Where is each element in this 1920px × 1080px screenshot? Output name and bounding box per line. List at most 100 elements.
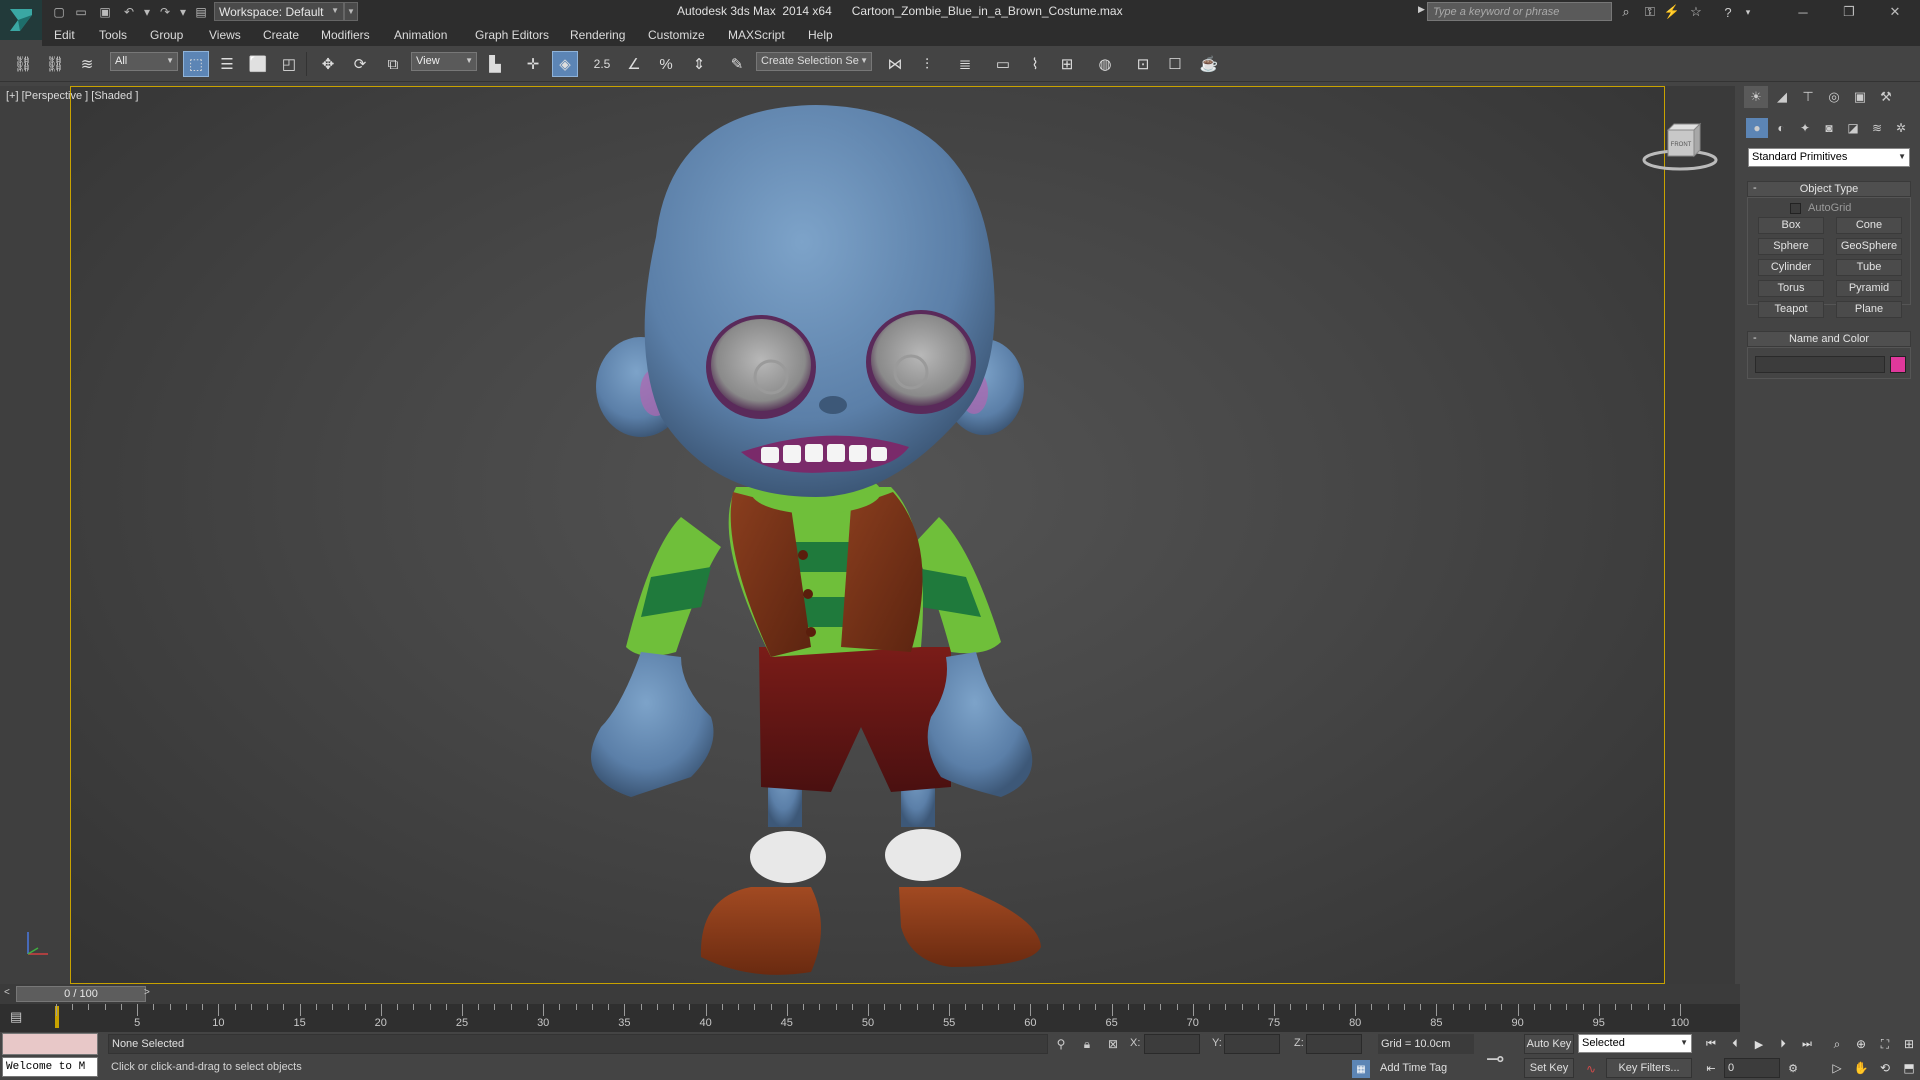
zoom-extents-icon[interactable]: ⛶ — [1874, 1034, 1896, 1054]
mini-curve-editor-icon[interactable]: ▤ — [10, 1009, 32, 1027]
schematic-view-icon[interactable]: ⊞ — [1054, 51, 1080, 77]
tube-button[interactable]: Tube — [1836, 259, 1902, 276]
viewport-label[interactable]: [+] [Perspective ] [Shaded ] — [6, 90, 138, 102]
application-menu-button[interactable] — [0, 0, 42, 40]
set-key-curve-icon[interactable]: ∿ — [1582, 1060, 1600, 1078]
pivot-center-icon[interactable]: ▙ — [482, 51, 508, 77]
default-in-out-tangent-key-icon[interactable]: ⊸ — [1486, 1046, 1504, 1072]
bind-to-space-warp-icon[interactable]: ≋ — [74, 51, 100, 77]
next-frame-icon[interactable]: ⏵ — [1772, 1034, 1794, 1054]
y-coordinate-input[interactable] — [1224, 1034, 1280, 1054]
menu-customize[interactable]: Customize — [648, 28, 705, 42]
material-editor-icon[interactable]: ◍ — [1092, 51, 1118, 77]
add-time-tag-icon[interactable]: ▦ — [1352, 1060, 1370, 1078]
select-and-move-icon[interactable]: ✥ — [315, 51, 341, 77]
shapes-icon[interactable]: ◐ — [1770, 118, 1792, 138]
menu-edit[interactable]: Edit — [54, 28, 75, 42]
select-and-rotate-icon[interactable]: ⟳ — [347, 51, 373, 77]
track-ruler[interactable]: 5 10 15 20 25 30 35 40 45 50 55 60 65 70 75 80 85 90 95 100 — [56, 1004, 1689, 1032]
perspective-viewport[interactable] — [70, 86, 1665, 984]
x-coordinate-input[interactable] — [1144, 1034, 1200, 1054]
zoom-extents-all-icon[interactable]: ⊞ — [1898, 1034, 1920, 1054]
absolute-mode-transform-icon[interactable]: ⊠ — [1104, 1035, 1122, 1053]
layer-manager-icon[interactable]: ≣ — [952, 51, 978, 77]
align-icon[interactable]: ⫶ — [914, 51, 940, 77]
field-of-view-icon[interactable]: ▷ — [1826, 1058, 1848, 1078]
time-slider[interactable]: < 0 / 100 > — [0, 984, 1740, 1004]
menu-graph-editors[interactable]: Graph Editors — [475, 28, 549, 42]
edit-named-selection-icon[interactable]: ✎ — [724, 51, 750, 77]
angle-snap-icon[interactable]: ∠ — [621, 51, 647, 77]
object-category-dropdown[interactable]: Standard Primitives ▼ — [1748, 148, 1910, 167]
snaps-toggle-icon[interactable]: 2.5 — [589, 51, 615, 77]
sphere-button[interactable]: Sphere — [1758, 238, 1824, 255]
menu-rendering[interactable]: Rendering — [570, 28, 625, 42]
current-frame-input[interactable]: 0 — [1724, 1058, 1780, 1078]
pyramid-button[interactable]: Pyramid — [1836, 280, 1902, 297]
time-slider-prev-icon[interactable]: < — [4, 987, 10, 998]
create-tab-sun-icon[interactable]: ☀ — [1744, 86, 1768, 108]
save-file-icon[interactable]: ▣ — [96, 3, 114, 21]
lock-selection-icon[interactable]: 🔒︎ — [1078, 1035, 1096, 1053]
motion-tab-icon[interactable]: ◎ — [1822, 86, 1846, 108]
restore-button[interactable]: ❐ — [1826, 0, 1872, 24]
zoom-icon[interactable]: ⌕ — [1826, 1034, 1848, 1054]
track-bar[interactable]: ▤ 5 10 15 20 25 30 35 40 45 50 55 60 65 70 75 80 85 90 95 1… — [0, 1004, 1740, 1032]
teapot-button[interactable]: Teapot — [1758, 301, 1824, 318]
modify-tab-icon[interactable]: ◢ — [1770, 86, 1794, 108]
quick-access-customize-button[interactable]: ▼ — [344, 2, 358, 21]
cameras-icon[interactable]: ◙ — [1818, 118, 1840, 138]
keyboard-shortcut-override-icon[interactable]: ◈ — [552, 51, 578, 77]
window-crossing-icon[interactable]: ◰ — [276, 51, 302, 77]
go-to-start-icon[interactable]: ⏮ — [1700, 1034, 1722, 1054]
key-filters-button[interactable]: Key Filters... — [1606, 1058, 1692, 1078]
orbit-icon[interactable]: ⟲ — [1874, 1058, 1896, 1078]
menu-modifiers[interactable]: Modifiers — [321, 28, 370, 42]
isolate-selection-icon[interactable]: ⚲ — [1052, 1035, 1070, 1053]
object-color-swatch[interactable] — [1890, 356, 1906, 373]
viewcube-icon[interactable]: FRONT — [1640, 120, 1720, 174]
undo-dropdown-icon[interactable]: ▾ — [138, 3, 156, 21]
maximize-viewport-icon[interactable]: ⬒ — [1898, 1058, 1920, 1078]
name-and-color-rollout-header[interactable]: - Name and Color — [1747, 331, 1911, 347]
time-configuration-icon[interactable]: ⚙ — [1782, 1058, 1804, 1078]
cone-button[interactable]: Cone — [1836, 217, 1902, 234]
open-file-icon[interactable]: ▭ — [72, 3, 90, 21]
menu-help[interactable]: Help — [808, 28, 833, 42]
rendered-frame-window-icon[interactable]: ☐ — [1162, 51, 1188, 77]
add-time-tag[interactable]: Add Time Tag — [1380, 1062, 1447, 1074]
selection-filter-dropdown[interactable]: All ▼ — [110, 52, 178, 71]
box-button[interactable]: Box — [1758, 217, 1824, 234]
utilities-tab-icon[interactable]: ⚒ — [1874, 86, 1898, 108]
rectangular-selection-region-icon[interactable]: ⬜ — [245, 51, 271, 77]
menu-animation[interactable]: Animation — [394, 28, 447, 42]
menu-create[interactable]: Create — [263, 28, 299, 42]
select-by-name-icon[interactable]: ☰ — [214, 51, 240, 77]
time-slider-next-icon[interactable]: > — [144, 987, 150, 998]
geosphere-button[interactable]: GeoSphere — [1836, 238, 1902, 255]
time-slider-thumb[interactable]: 0 / 100 — [16, 986, 146, 1002]
curve-editor-icon[interactable]: ⌇ — [1022, 51, 1048, 77]
torus-button[interactable]: Torus — [1758, 280, 1824, 297]
zoom-all-icon[interactable]: ⊕ — [1850, 1034, 1872, 1054]
reference-coordinate-dropdown[interactable]: View ▼ — [411, 52, 477, 71]
pan-view-icon[interactable]: ✋ — [1850, 1058, 1872, 1078]
display-tab-icon[interactable]: ▣ — [1848, 86, 1872, 108]
percent-snap-icon[interactable]: % — [653, 51, 679, 77]
maxscript-listener-output[interactable]: Welcome to M — [2, 1057, 98, 1077]
auto-key-button[interactable]: Auto Key — [1524, 1034, 1574, 1054]
menu-views[interactable]: Views — [209, 28, 241, 42]
unlink-selection-icon[interactable]: ⛓ — [42, 51, 68, 77]
systems-icon[interactable]: ✲ — [1890, 118, 1912, 138]
select-object-icon[interactable]: ⬚ — [183, 51, 209, 77]
select-and-manipulate-icon[interactable]: ✛ — [520, 51, 546, 77]
play-icon[interactable]: ▶ — [1748, 1034, 1770, 1054]
spinner-snap-icon[interactable]: ⇕ — [686, 51, 712, 77]
graphite-ribbon-icon[interactable]: ▭ — [990, 51, 1016, 77]
binoculars-icon[interactable]: ⌕ — [1616, 3, 1636, 21]
workspace-dropdown[interactable]: Workspace: Default ▼ — [214, 2, 344, 21]
subscription-center-icon[interactable]: ⚿ — [1640, 3, 1660, 21]
object-type-rollout-header[interactable]: - Object Type — [1747, 181, 1911, 197]
geometry-sphere-icon[interactable]: ● — [1746, 118, 1768, 138]
mirror-icon[interactable]: ⋈ — [882, 51, 908, 77]
